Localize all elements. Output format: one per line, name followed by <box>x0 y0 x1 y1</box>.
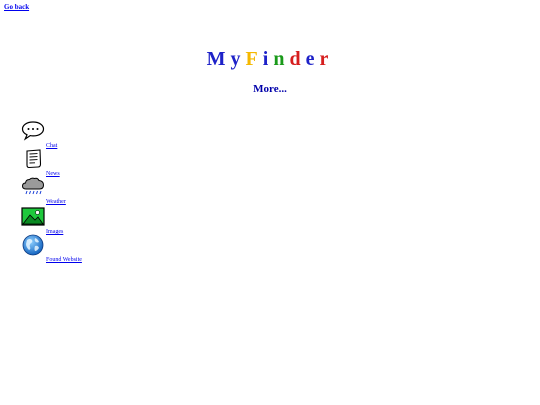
logo-letter: r <box>319 48 334 70</box>
logo-letter: M <box>206 48 231 70</box>
chat-bubble-icon <box>21 121 45 141</box>
logo-letter: y <box>230 48 246 70</box>
logo-letter: i <box>262 48 274 70</box>
myfinder-logo: MyFinder <box>0 46 540 72</box>
logo-letter: e <box>305 48 320 70</box>
menu-item-weather[interactable]: Weather <box>21 175 181 205</box>
image-icon <box>21 207 45 226</box>
more-link[interactable]: More... <box>0 83 540 95</box>
logo-letter: d <box>289 48 306 70</box>
menu-item-news[interactable]: News <box>21 147 181 177</box>
rain-cloud-icon <box>21 177 45 195</box>
menu-item-chat[interactable]: Chat <box>21 119 181 149</box>
logo-letter: F <box>245 48 263 70</box>
globe-icon <box>22 234 44 256</box>
logo-letter: n <box>273 48 290 70</box>
menu-item-found-website[interactable]: Found Website <box>21 233 181 263</box>
go-back-link[interactable]: Go back <box>4 3 29 11</box>
menu-item-images[interactable]: Images <box>21 205 181 235</box>
menu-label-found-website[interactable]: Found Website <box>46 257 82 263</box>
page: Go back MyFinder More... Chat News Weath… <box>0 0 540 405</box>
news-icon <box>26 149 42 169</box>
